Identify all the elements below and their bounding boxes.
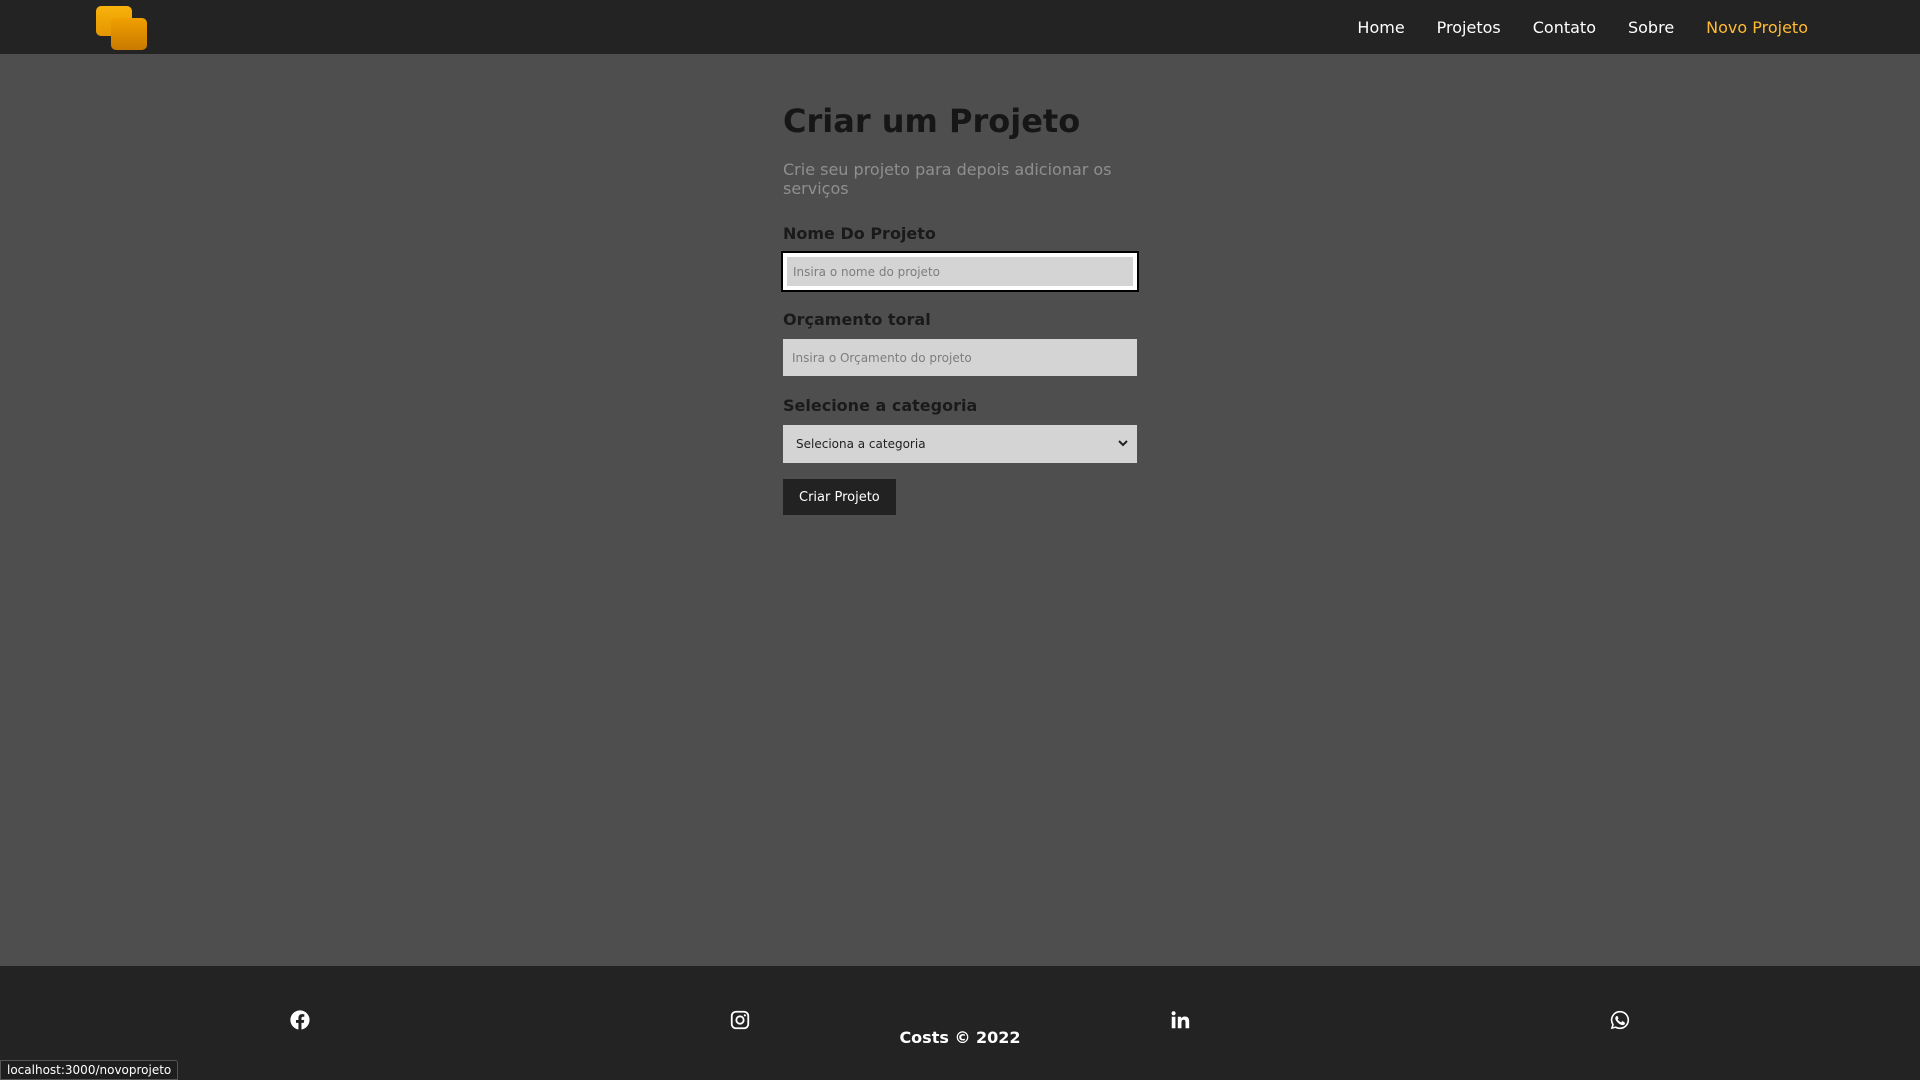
nav-link-novo-projeto[interactable]: Novo Projeto (1706, 18, 1808, 37)
budget-label: Orçamento toral (783, 310, 931, 329)
name-form-group: Nome Do Projeto (781, 224, 1139, 292)
nav-link-projetos[interactable]: Projetos (1437, 18, 1501, 37)
nav-links: Home Projetos Contato Sobre Novo Projeto (1357, 18, 1808, 37)
nav-link-home[interactable]: Home (1357, 18, 1404, 37)
category-select[interactable]: Seleciona a categoria (783, 425, 1137, 463)
status-bar-url: localhost:3000/novoprojeto (0, 1060, 179, 1080)
chevron-down-icon (1117, 437, 1129, 452)
budget-form-group: Orçamento toral (783, 310, 1139, 376)
category-select-value: Seleciona a categoria (796, 437, 926, 451)
name-label: Nome Do Projeto (783, 224, 936, 243)
page-subtitle: Crie seu projeto para depois adicionar o… (783, 160, 1112, 198)
project-budget-input[interactable] (783, 339, 1137, 376)
footer: Costs © 2022 (0, 966, 1920, 1080)
copyright-text: Costs © 2022 (899, 1028, 1021, 1047)
page-title: Criar um Projeto (783, 102, 1081, 140)
navbar: Home Projetos Contato Sobre Novo Projeto (0, 0, 1920, 54)
nav-link-contato[interactable]: Contato (1533, 18, 1596, 37)
costs-logo-icon[interactable] (96, 2, 150, 52)
category-form-group: Selecione a categoria Seleciona a catego… (783, 396, 1139, 463)
new-project-container: Criar um Projeto Crie seu projeto para d… (781, 102, 1139, 515)
project-name-input[interactable] (781, 251, 1139, 292)
category-label: Selecione a categoria (783, 396, 978, 415)
create-project-button[interactable]: Criar Projeto (783, 479, 896, 515)
nav-link-sobre[interactable]: Sobre (1628, 18, 1674, 37)
project-form: Nome Do Projeto Orçamento toral Selecion… (781, 224, 1139, 515)
